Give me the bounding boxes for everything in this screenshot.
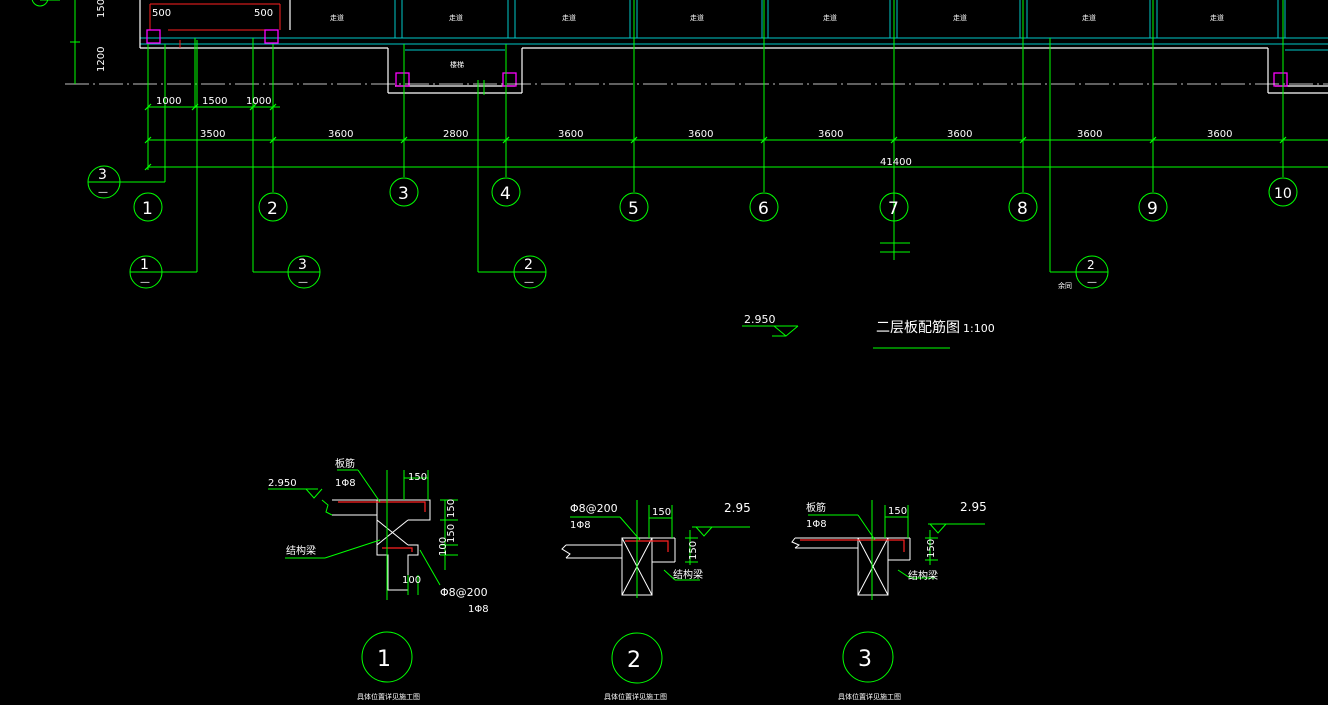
detail-3-slab-label: 板筋	[806, 501, 826, 514]
dim-top-1: 500	[152, 8, 171, 19]
detail-1-text: 2.950 板筋 1Φ8 结构梁 Φ8@200 1Φ8 150 150 150 …	[268, 457, 489, 701]
dimension-lines	[40, 0, 1328, 349]
section-ref-sub: —	[298, 277, 308, 288]
detail-1-dim-bot: 100	[402, 575, 421, 586]
section-ref-sub: —	[524, 277, 534, 288]
total-dim: 41400	[880, 157, 912, 168]
detail-3-text: 板筋 1Φ8 150 2.95 150 结构梁 3 具体位置详见施工图	[806, 500, 987, 701]
section-ref-sub: —	[98, 187, 108, 198]
cad-drawing-canvas[interactable]: 1500 1200 500 500 1000 1500 1000 3500 36…	[0, 0, 1328, 705]
detail-2-number: 2	[627, 648, 641, 673]
detail-1-stirrup-bar: 1Φ8	[468, 604, 489, 615]
detail-1-dim-v: 150	[446, 499, 457, 518]
span-dim: 3600	[947, 129, 972, 140]
floor-plan: 1500 1200 500 500 1000 1500 1000 3500 36…	[31, 0, 1328, 349]
detail-1-caption: 具体位置详见施工图	[357, 692, 420, 701]
axis-label-2: 2	[267, 199, 278, 219]
detail-3-outline	[791, 537, 911, 596]
detail-2-leaders	[570, 500, 750, 684]
detail-2-dim-top: 150	[652, 507, 671, 518]
detail-2-caption: 具体位置详见施工图	[604, 692, 667, 701]
detail-3-dim-top: 150	[888, 506, 907, 517]
span-dim: 3600	[1207, 129, 1232, 140]
detail-2: Φ8@200 1Φ8 150 2.95 150 结构梁 2 具体位置详见施工图	[561, 500, 751, 701]
span-dim: 3600	[328, 129, 353, 140]
plan-text: 1500 1200 500 500 1000 1500 1000 3500 36…	[96, 0, 1292, 336]
detail-1-stirrup: Φ8@200	[440, 586, 488, 599]
detail-2-rebar	[625, 540, 669, 552]
detail-2-text: Φ8@200 1Φ8 150 2.95 150 结构梁 2 具体位置详见施工图	[570, 501, 751, 701]
detail-3-leaders	[808, 500, 985, 683]
room-label: 走道	[690, 13, 704, 22]
detail-1-slab-label: 板筋	[335, 457, 355, 470]
column-2	[264, 29, 279, 44]
room-label: 走道	[953, 13, 967, 22]
dim-small-2: 1500	[202, 96, 227, 107]
room-label: 走道	[823, 13, 837, 22]
axis-label-7: 7	[888, 199, 899, 219]
detail-1-dim-top: 150	[408, 472, 427, 483]
dim-small-3: 1000	[246, 96, 271, 107]
axis-bubbles	[31, 0, 1298, 289]
detail-1-number: 1	[377, 647, 391, 672]
axis-label-3: 3	[398, 184, 409, 204]
span-dim: 3600	[688, 129, 713, 140]
axis-label-1: 1	[142, 199, 153, 219]
elevation-marker	[742, 325, 799, 337]
detail-2-dim-v: 150	[688, 541, 699, 560]
room-label: 走道	[1210, 13, 1224, 22]
span-dim: 3500	[200, 129, 225, 140]
detail-1-beam-label: 结构梁	[286, 544, 316, 557]
section-ref-num: 3	[298, 257, 307, 273]
detail-1-dim-v: 100	[438, 537, 449, 556]
section-ref-sub: —	[1087, 277, 1097, 288]
room-label-stair: 楼梯	[450, 60, 464, 69]
axis-label-5: 5	[628, 199, 639, 219]
room-grid	[140, 0, 1328, 51]
detail-3-elev: 2.95	[960, 500, 987, 514]
span-dim: 3600	[1077, 129, 1102, 140]
section-ref-num: 1	[140, 257, 149, 273]
dimension-ticks	[144, 103, 1287, 171]
span-dim: 3600	[818, 129, 843, 140]
axis-label-8: 8	[1017, 199, 1028, 219]
section-ref-num: 2	[1087, 258, 1095, 272]
detail-3: 板筋 1Φ8 150 2.95 150 结构梁 3 具体位置详见施工图	[791, 500, 987, 701]
room-label: 走道	[330, 13, 344, 22]
detail-2-stirrup: Φ8@200	[570, 502, 618, 515]
room-label: 走道	[1082, 13, 1096, 22]
detail-3-number: 3	[858, 647, 872, 672]
plan-scale: 1:100	[963, 322, 995, 335]
elevation-value: 2.950	[744, 313, 776, 326]
axis-label-9: 9	[1147, 199, 1158, 219]
detail-1: 2.950 板筋 1Φ8 结构梁 Φ8@200 1Φ8 150 150 150 …	[268, 457, 489, 701]
section-ref-num: 3	[98, 167, 107, 183]
detail-2-beam-label: 结构梁	[673, 568, 703, 581]
axis-label-10: 10	[1274, 186, 1292, 202]
room-label: 走道	[449, 13, 463, 22]
dim-vert-2: 1200	[96, 47, 107, 72]
dim-top-2: 500	[254, 8, 273, 19]
detail-3-slab-bar: 1Φ8	[806, 519, 827, 530]
section-ref-sub: —	[140, 277, 150, 288]
detail-3-dim-v: 150	[926, 539, 937, 558]
detail-2-slab-bar: 1Φ8	[570, 520, 591, 531]
section-ref-num: 2	[524, 257, 533, 273]
axis-label-6: 6	[758, 199, 769, 219]
span-dim: 2800	[443, 129, 468, 140]
detail-3-beam-label: 结构梁	[908, 569, 938, 582]
detail-3-caption: 具体位置详见施工图	[838, 692, 901, 701]
yutong-label: 余同	[1058, 281, 1072, 290]
detail-1-elev: 2.950	[268, 478, 297, 489]
detail-1-slab-bar: 1Φ8	[335, 478, 356, 489]
plan-title: 二层板配筋图	[876, 319, 960, 336]
span-dim: 3600	[558, 129, 583, 140]
detail-2-elev: 2.95	[724, 501, 751, 515]
detail-2-outline	[561, 537, 676, 596]
dim-vert-1: 1500	[96, 0, 107, 18]
column-1	[146, 29, 161, 44]
axis-label-4: 4	[500, 184, 511, 204]
room-label: 走道	[562, 13, 576, 22]
dim-small-1: 1000	[156, 96, 181, 107]
